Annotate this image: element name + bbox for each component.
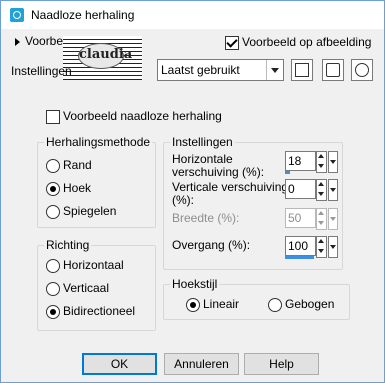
ok-button[interactable]: OK bbox=[82, 353, 157, 375]
reset-button[interactable] bbox=[351, 59, 373, 81]
vertical-offset-dropdown[interactable] bbox=[328, 179, 338, 201]
transition-value: 100 bbox=[288, 239, 309, 253]
transition-bar bbox=[285, 256, 314, 259]
radio-lineair-label[interactable]: Lineair bbox=[203, 297, 239, 311]
chevron-down-icon[interactable] bbox=[266, 60, 283, 80]
transition-updown[interactable] bbox=[316, 236, 327, 258]
vertical-offset-input[interactable]: 0 bbox=[285, 179, 316, 199]
radio-verticaal[interactable] bbox=[46, 282, 60, 296]
save-icon bbox=[295, 63, 309, 77]
horizontal-offset-input[interactable]: 18 bbox=[285, 151, 316, 171]
radio-gebogen[interactable] bbox=[268, 298, 282, 312]
seamless-preview-label[interactable]: Voorbeeld naadloze herhaling bbox=[63, 109, 222, 123]
watermark-stamp: claudia bbox=[78, 43, 132, 69]
app-icon bbox=[10, 8, 24, 22]
radio-rand-label[interactable]: Rand bbox=[63, 158, 92, 172]
radio-spiegelen[interactable] bbox=[46, 205, 60, 219]
preset-select-value: Laatst gebruikt bbox=[161, 63, 240, 77]
corner-style-title: Hoekstijl bbox=[170, 277, 220, 291]
dialog-window: Naadloze herhaling Voorbeeld claudia Ins… bbox=[0, 0, 385, 383]
width-label: Breedte (%): bbox=[172, 211, 240, 225]
transition-input[interactable]: 100 bbox=[285, 236, 316, 256]
vertical-offset-label-line1: Verticale verschuiving bbox=[172, 180, 289, 194]
vertical-offset-label-line2: (%): bbox=[172, 193, 194, 207]
radio-hoek-label[interactable]: Hoek bbox=[63, 181, 91, 195]
radio-horizontaal[interactable] bbox=[46, 259, 60, 273]
preset-select[interactable]: Laatst gebruikt bbox=[157, 59, 284, 81]
title-bar: Naadloze herhaling bbox=[1, 1, 384, 29]
vertical-offset-updown[interactable] bbox=[316, 179, 327, 201]
horizontal-offset-value: 18 bbox=[288, 154, 302, 168]
dice-icon bbox=[326, 63, 340, 77]
window-title: Naadloze herhaling bbox=[31, 8, 135, 22]
radio-bidirectioneel-label[interactable]: Bidirectioneel bbox=[63, 304, 135, 318]
width-input: 50 bbox=[285, 208, 316, 228]
radio-verticaal-label[interactable]: Verticaal bbox=[63, 281, 109, 295]
width-updown bbox=[316, 208, 327, 230]
preview-thumbnail: claudia bbox=[63, 36, 142, 80]
transition-dropdown[interactable] bbox=[328, 236, 338, 258]
vertical-offset-value: 0 bbox=[288, 182, 295, 196]
repeat-method-title: Herhalingsmethode bbox=[44, 135, 153, 149]
radio-lineair[interactable] bbox=[186, 298, 200, 312]
save-preset-button[interactable] bbox=[291, 59, 313, 81]
preview-on-image-label[interactable]: Voorbeeld op afbeelding bbox=[242, 35, 371, 49]
horizontal-offset-bar bbox=[285, 171, 290, 174]
horizontal-offset-label-line2: verschuiving (%): bbox=[172, 165, 265, 179]
radio-bidirectioneel[interactable] bbox=[46, 305, 60, 319]
horizontal-offset-updown[interactable] bbox=[316, 151, 327, 173]
direction-title: Richting bbox=[44, 238, 92, 252]
horizontal-offset-label-line1: Horizontale bbox=[172, 152, 233, 166]
help-button[interactable]: Help bbox=[244, 353, 319, 375]
width-value: 50 bbox=[288, 211, 302, 225]
radio-spiegelen-label[interactable]: Spiegelen bbox=[63, 204, 116, 218]
width-dropdown bbox=[328, 208, 338, 230]
cancel-button[interactable]: Annuleren bbox=[164, 353, 239, 375]
radio-rand[interactable] bbox=[46, 159, 60, 173]
expand-arrow-icon[interactable] bbox=[15, 38, 20, 46]
preview-on-image-checkbox[interactable] bbox=[225, 36, 239, 50]
randomize-button[interactable] bbox=[322, 59, 344, 81]
horizontal-offset-dropdown[interactable] bbox=[328, 151, 338, 173]
settings-group-title: Instellingen bbox=[170, 135, 235, 149]
transition-label: Overgang (%): bbox=[172, 238, 251, 252]
seamless-preview-checkbox[interactable] bbox=[46, 110, 60, 124]
radio-horizontaal-label[interactable]: Horizontaal bbox=[63, 258, 124, 272]
radio-hoek[interactable] bbox=[46, 182, 60, 196]
radio-gebogen-label[interactable]: Gebogen bbox=[285, 297, 334, 311]
settings-label: Instellingen bbox=[11, 64, 72, 78]
reset-icon bbox=[355, 63, 369, 77]
